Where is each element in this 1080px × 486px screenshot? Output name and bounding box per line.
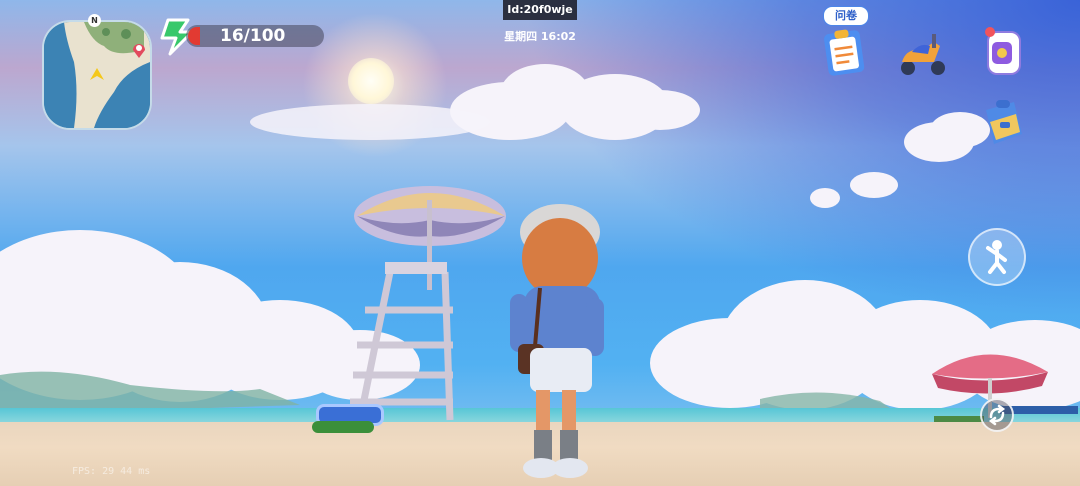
backpack-icon <box>986 100 1022 144</box>
questionnaire-button[interactable] <box>816 24 872 80</box>
dance-pose-icon <box>986 240 1007 274</box>
scooter-icon <box>901 34 945 75</box>
player-character <box>510 204 604 478</box>
swap-arrows-icon <box>988 404 1006 426</box>
backpack-button[interactable] <box>974 96 1030 152</box>
game-clock: 星期四 16:02 <box>504 30 576 43</box>
clipboard-icon <box>824 29 865 76</box>
beach-float-green <box>312 421 374 433</box>
compass-north-icon: N <box>88 14 101 27</box>
player-marker-icon <box>90 68 104 80</box>
vehicle-button[interactable] <box>894 24 950 80</box>
questionnaire-tag[interactable]: 问卷 <box>823 6 869 26</box>
energy-fill <box>188 27 200 45</box>
energy-bar: 16/100 <box>186 25 324 47</box>
minimap[interactable] <box>42 20 152 130</box>
lifeguard-tower <box>350 186 506 421</box>
switch-button[interactable] <box>980 398 1014 432</box>
home-pin-icon <box>133 44 145 58</box>
fps-counter: FPS: 29 44 ms <box>72 466 151 477</box>
sun <box>348 58 394 104</box>
session-id: Id:20f0wje <box>503 0 577 20</box>
phone-button[interactable] <box>974 24 1030 80</box>
emote-button[interactable] <box>968 228 1026 286</box>
watch-phone-icon <box>985 27 1021 75</box>
energy-value: 16/100 <box>220 26 286 46</box>
